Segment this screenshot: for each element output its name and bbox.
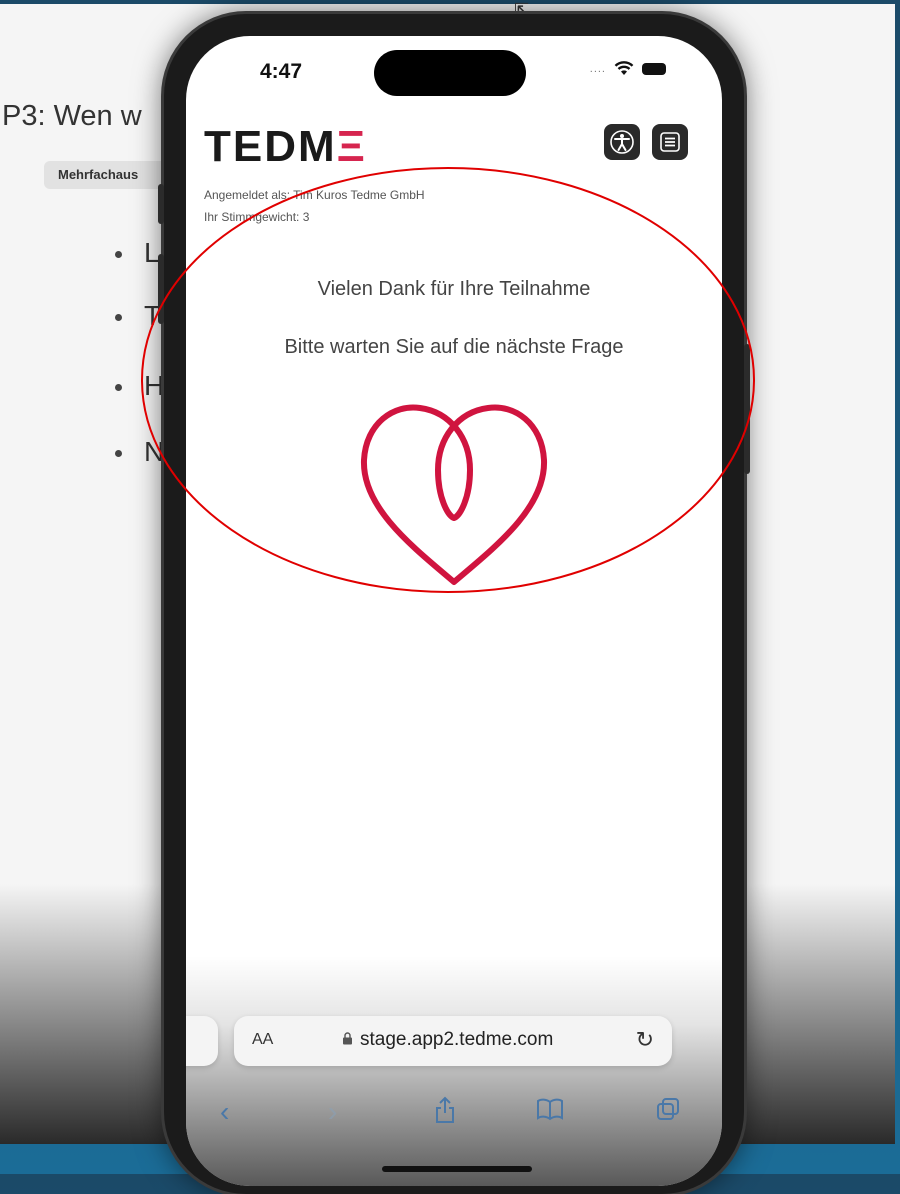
battery-icon xyxy=(642,63,666,75)
menu-icon xyxy=(660,132,680,152)
home-indicator xyxy=(382,1166,532,1172)
reload-icon[interactable]: ↻ xyxy=(636,1027,654,1053)
menu-button[interactable] xyxy=(652,124,688,160)
slide-title: P3: Wen w xyxy=(2,100,142,132)
phone-side-button xyxy=(158,254,164,324)
phone-power-button xyxy=(744,344,750,474)
thanks-message: Vielen Dank für Ihre Teilnahme xyxy=(317,278,591,300)
bookmarks-icon[interactable] xyxy=(536,1096,564,1128)
vote-weight-label: Ihr Stimmgewicht: 3 xyxy=(204,210,310,224)
lock-icon xyxy=(342,1032,353,1048)
tabs-icon[interactable] xyxy=(656,1096,680,1128)
phone-side-button xyxy=(158,184,164,224)
status-icons: .... xyxy=(590,58,666,80)
status-time: 4:47 xyxy=(260,60,303,83)
wait-message: Bitte warten Sie auf die nächste Frage xyxy=(284,336,624,358)
wifi-icon xyxy=(614,58,634,80)
tedme-logo: TEDMΞ xyxy=(204,122,367,171)
previous-tab-pill[interactable] xyxy=(186,1016,218,1066)
screen-shadow xyxy=(186,956,722,1186)
signal-icon: .... xyxy=(589,63,606,75)
text-size-button[interactable]: AA xyxy=(252,1031,273,1049)
heart-loop-icon xyxy=(360,404,548,585)
share-icon[interactable] xyxy=(434,1096,456,1131)
url-text: stage.app2.tedme.com xyxy=(360,1029,554,1050)
logged-in-label: Angemeldet als: Tim Kuros Tedme GmbH xyxy=(204,188,425,202)
accessibility-icon xyxy=(610,130,634,154)
accessibility-button[interactable] xyxy=(604,124,640,160)
address-bar[interactable]: AA stage.app2.tedme.com ↻ xyxy=(234,1016,672,1066)
dynamic-island xyxy=(374,50,526,96)
browser-toolbar: ‹ › xyxy=(186,1090,722,1140)
phone-screen: 4:47 .... TEDMΞ Angemeldet als: Tim Kuro… xyxy=(186,36,722,1186)
back-icon[interactable]: ‹ xyxy=(220,1096,229,1128)
forward-icon[interactable]: › xyxy=(328,1096,337,1128)
phone-frame: 4:47 .... TEDMΞ Angemeldet als: Tim Kuro… xyxy=(158,14,750,1194)
